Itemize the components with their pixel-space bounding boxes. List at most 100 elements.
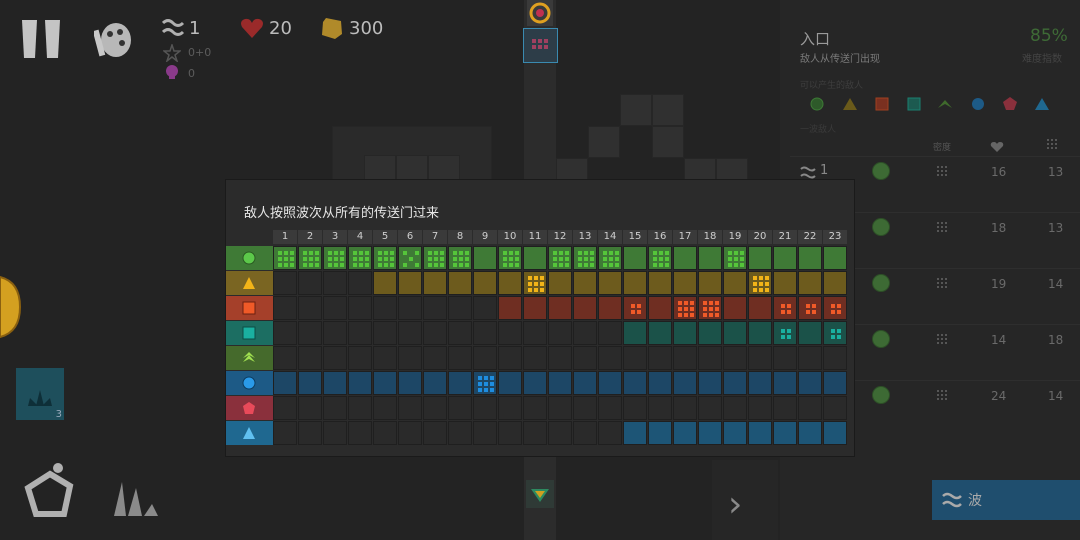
wave-cell (673, 271, 697, 295)
wave-cell (598, 296, 622, 320)
wave-cell (748, 271, 772, 295)
enemy-group-marker (303, 251, 319, 267)
enemy-group-marker (278, 251, 294, 267)
wave-cell (373, 396, 397, 420)
wave-cell (548, 371, 572, 395)
olive-chevron-enemy-label (226, 346, 279, 370)
teal-square-enemy-label (226, 321, 279, 345)
wave-cell (298, 296, 322, 320)
lightblue-triangle-enemy-icon (243, 427, 255, 439)
tower-card[interactable]: 3 (16, 368, 64, 420)
wave-cell (598, 396, 622, 420)
wave-cell (398, 321, 422, 345)
wave-cell (473, 346, 497, 370)
wave-cell (648, 246, 672, 270)
wave-cell (798, 371, 822, 395)
enemy-group-marker (553, 251, 569, 267)
count-value: 14 (1048, 389, 1064, 403)
wave-cell (698, 246, 722, 270)
enemy-group-marker (328, 251, 344, 267)
tower-slot[interactable] (364, 155, 396, 181)
wave-cell (523, 346, 547, 370)
wave-cell (723, 421, 747, 445)
wave-cell (623, 296, 647, 320)
wave-cell (473, 321, 497, 345)
chevron-right-icon[interactable]: › (728, 484, 742, 525)
enemy-group-marker (403, 251, 419, 267)
wave-cell (348, 246, 372, 270)
next-wave-button[interactable]: 波 (932, 480, 1080, 520)
wave-cell (698, 296, 722, 320)
density-icon (936, 389, 948, 401)
palette-button[interactable] (92, 18, 132, 60)
wave-cell (348, 271, 372, 295)
wave-cell (498, 246, 522, 270)
wave-cell (323, 396, 347, 420)
count-column-icon (1046, 138, 1058, 150)
wave-cell (423, 271, 447, 295)
wave-cell (798, 246, 822, 270)
wave-cell (373, 346, 397, 370)
wave-cell (323, 421, 347, 445)
enemy-circle-icon (872, 386, 890, 404)
enemy-group-marker (603, 251, 619, 267)
portal-icon[interactable] (527, 0, 553, 26)
count-value: 13 (1048, 165, 1064, 179)
wave-cell (673, 346, 697, 370)
density-icon (936, 221, 948, 233)
density-icon (936, 277, 948, 289)
gold-coin-icon[interactable] (0, 272, 22, 342)
wave-cell (798, 421, 822, 445)
red-square-enemy-label (226, 296, 279, 320)
wave-cell (823, 346, 847, 370)
wave-column-header: 8 (448, 230, 472, 244)
wave-cell (823, 421, 847, 445)
tower-slot[interactable] (396, 155, 428, 181)
wave-cell (723, 271, 747, 295)
wave-cell (298, 396, 322, 420)
spawn-portal-icon[interactable] (523, 28, 558, 63)
wave-column-header: 16 (648, 230, 672, 244)
wave-cell (623, 396, 647, 420)
tile (716, 158, 748, 182)
coin-icon (320, 16, 344, 40)
wave-column-header: 13 (573, 230, 597, 244)
upgrade-button[interactable] (112, 476, 160, 522)
wave-cell (548, 296, 572, 320)
wave-cell (298, 246, 322, 270)
wave-cell (698, 321, 722, 345)
heart-icon (240, 17, 264, 39)
wave-cell (398, 371, 422, 395)
wave-cell (523, 371, 547, 395)
wave-cell (273, 371, 297, 395)
build-button[interactable] (24, 460, 76, 520)
wave-cell (548, 321, 572, 345)
dialog-title: 敌人按照波次从所有的传送门过来 (244, 206, 440, 221)
wave-cell (648, 321, 672, 345)
wave-cell (823, 271, 847, 295)
enemy-types-row (806, 94, 1056, 114)
row-label: 1 (820, 163, 829, 178)
wave-cell (473, 396, 497, 420)
tower-slot[interactable] (428, 155, 460, 181)
wave-cell (323, 271, 347, 295)
density-label: 密度 (933, 143, 952, 153)
base-icon[interactable] (526, 480, 554, 508)
wave-column-header: 1 (273, 230, 297, 244)
blue-circle-enemy-icon (242, 376, 256, 390)
yellow-triangle-enemy-icon (243, 277, 255, 289)
wave-cell (698, 421, 722, 445)
wave-cell (798, 396, 822, 420)
wave-cell (623, 421, 647, 445)
wave-cell (298, 346, 322, 370)
wave-cell (598, 321, 622, 345)
wave-cell (398, 246, 422, 270)
wave-cell (498, 421, 522, 445)
wave-cell (523, 421, 547, 445)
pause-button[interactable] (20, 18, 62, 60)
difficulty-percent: 85% (1030, 26, 1068, 46)
wave-cell (573, 421, 597, 445)
wave-cell (523, 296, 547, 320)
wave-cell (373, 271, 397, 295)
wave-cell (648, 371, 672, 395)
